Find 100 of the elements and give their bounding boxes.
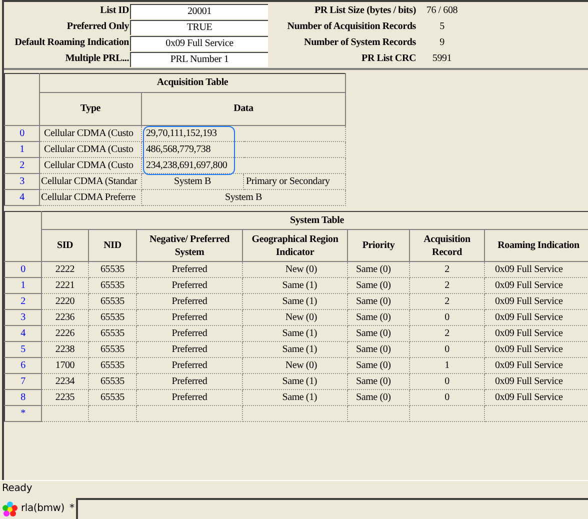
row-header[interactable]: 1 bbox=[4, 278, 42, 294]
column-header[interactable]: Type bbox=[40, 92, 142, 126]
table-cell: Cellular CDMA (Standar bbox=[40, 174, 142, 190]
table-cell: 0x09 Full Service bbox=[484, 294, 588, 310]
info-label: Number of System Records bbox=[303, 36, 416, 50]
table-cell: 65535 bbox=[88, 262, 136, 278]
value-field[interactable]: TRUE bbox=[130, 20, 268, 34]
table-cell: 2236 bbox=[42, 310, 88, 326]
table-cell: 1700 bbox=[42, 358, 88, 374]
modified-mark: * bbox=[70, 502, 74, 516]
table-cell: Same (1) bbox=[242, 342, 348, 358]
column-header[interactable]: Data bbox=[142, 92, 346, 126]
row-header[interactable]: 1 bbox=[4, 142, 40, 158]
status-text: Ready bbox=[2, 482, 32, 496]
table-cell: Same (1) bbox=[242, 374, 348, 390]
table-cell: 65535 bbox=[88, 278, 136, 294]
row-header[interactable]: 2 bbox=[4, 294, 42, 310]
info-label: Number of Acquisition Records bbox=[286, 20, 416, 34]
value-field[interactable]: 0x09 Full Service bbox=[130, 36, 268, 50]
column-header[interactable]: Geographical Region Indicator bbox=[242, 230, 348, 262]
colorful-flower-icon bbox=[2, 500, 18, 516]
table-cell: 0x09 Full Service bbox=[484, 374, 588, 390]
info-value: 5 bbox=[438, 20, 446, 34]
table-cell: New (0) bbox=[242, 310, 348, 326]
field-label: Default Roaming Indication bbox=[14, 36, 130, 50]
table-cell: 65535 bbox=[88, 294, 136, 310]
table-cell: 0 bbox=[410, 342, 484, 358]
row-header[interactable]: 5 bbox=[4, 342, 42, 358]
table-cell: 2222 bbox=[42, 262, 88, 278]
table-cell: 2238 bbox=[42, 342, 88, 358]
column-header[interactable]: Roaming Indication bbox=[484, 230, 588, 262]
field-label: List ID bbox=[99, 4, 130, 18]
table-cell: 2234 bbox=[42, 374, 88, 390]
column-header[interactable]: SID bbox=[42, 230, 88, 262]
table-cell: Same (1) bbox=[242, 278, 348, 294]
table-cell: 2 bbox=[410, 326, 484, 342]
value-field[interactable]: 20001 bbox=[130, 4, 268, 18]
table-cell: 65535 bbox=[88, 374, 136, 390]
table-cell: New (0) bbox=[242, 358, 348, 374]
table-cell: Same (0) bbox=[348, 374, 410, 390]
table-cell: 65535 bbox=[88, 310, 136, 326]
table-cell: 65535 bbox=[88, 326, 136, 342]
info-value: 9 bbox=[438, 36, 446, 50]
table-cell: 1 bbox=[410, 358, 484, 374]
column-header[interactable]: Acquisition Record bbox=[410, 230, 484, 262]
table-cell: Same (0) bbox=[348, 262, 410, 278]
table-cell: System B bbox=[142, 174, 244, 190]
row-header[interactable]: * bbox=[4, 406, 42, 422]
table-cell: 0 bbox=[410, 310, 484, 326]
table-cell: Preferred bbox=[136, 326, 242, 342]
row-header[interactable]: 3 bbox=[4, 310, 42, 326]
row-header[interactable]: 8 bbox=[4, 390, 42, 406]
info-value: 76 / 608 bbox=[425, 4, 459, 18]
table-cell: 0x09 Full Service bbox=[484, 310, 588, 326]
table-title: Acquisition Table bbox=[156, 77, 228, 88]
tab-label: rla(bmw) bbox=[21, 502, 64, 516]
field-label: Multiple PRL... bbox=[64, 52, 130, 66]
row-header[interactable]: 0 bbox=[4, 126, 40, 142]
table-cell: 0x09 Full Service bbox=[484, 342, 588, 358]
table-cell: Preferred bbox=[136, 294, 242, 310]
row-header[interactable]: 4 bbox=[4, 190, 40, 206]
info-value: 5991 bbox=[431, 52, 453, 66]
row-header[interactable]: 4 bbox=[4, 326, 42, 342]
row-header[interactable]: 3 bbox=[4, 174, 40, 190]
table-cell: Same (0) bbox=[348, 326, 410, 342]
value-field[interactable]: PRL Number 1 bbox=[130, 52, 268, 66]
table-cell: 2 bbox=[410, 262, 484, 278]
table-cell: System B bbox=[142, 190, 346, 206]
table-cell: Preferred bbox=[136, 310, 242, 326]
table-cell: Preferred bbox=[136, 342, 242, 358]
table-cell: 65535 bbox=[88, 342, 136, 358]
table-cell: 0x09 Full Service bbox=[484, 326, 588, 342]
table-cell: 0 bbox=[410, 374, 484, 390]
table-cell: Cellular CDMA (Custo bbox=[40, 142, 142, 158]
row-header[interactable]: 0 bbox=[4, 262, 42, 278]
table-cell: 486,568,779,738 bbox=[142, 142, 346, 158]
table-cell: 0x09 Full Service bbox=[484, 262, 588, 278]
table-cell: New (0) bbox=[242, 262, 348, 278]
column-header[interactable]: NID bbox=[88, 230, 136, 262]
column-header[interactable]: Negative/ Preferred System bbox=[136, 230, 242, 262]
table-cell: Same (0) bbox=[348, 358, 410, 374]
table-cell: Cellular CDMA Preferre bbox=[40, 190, 142, 206]
table-cell: 29,70,111,152,193 bbox=[142, 126, 346, 142]
row-header[interactable]: 2 bbox=[4, 158, 40, 174]
document-tab[interactable]: rla(bmw) * bbox=[0, 498, 78, 519]
table-cell: 65535 bbox=[88, 358, 136, 374]
column-header[interactable]: Priority bbox=[348, 230, 410, 262]
table-cell: 0x09 Full Service bbox=[484, 358, 588, 374]
field-label: Preferred Only bbox=[66, 20, 130, 34]
table-cell: Same (1) bbox=[242, 294, 348, 310]
table-cell: Same (1) bbox=[242, 326, 348, 342]
table-cell: Preferred bbox=[136, 262, 242, 278]
table-cell: 234,238,691,697,800 bbox=[142, 158, 346, 174]
table-cell: Primary or Secondary bbox=[244, 174, 346, 190]
row-header[interactable]: 7 bbox=[4, 374, 42, 390]
row-header[interactable]: 6 bbox=[4, 358, 42, 374]
info-label: PR List Size (bytes / bits) bbox=[313, 4, 416, 18]
table-cell: 2226 bbox=[42, 326, 88, 342]
table-cell: 2 bbox=[410, 294, 484, 310]
table-cell: Cellular CDMA (Custo bbox=[40, 158, 142, 174]
